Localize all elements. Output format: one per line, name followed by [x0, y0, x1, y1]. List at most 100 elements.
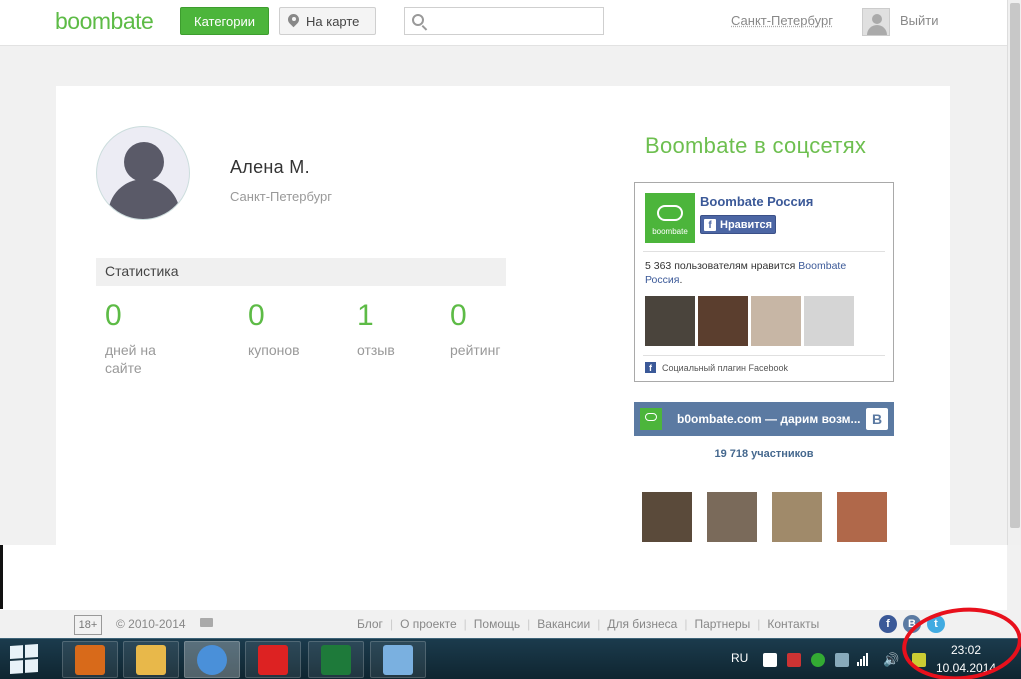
- page-logo-text: boombate: [652, 227, 688, 236]
- search-input[interactable]: [405, 8, 603, 34]
- vk-icon: B: [866, 408, 888, 430]
- stat-label: рейтинг: [450, 342, 501, 358]
- fan-photo[interactable]: [804, 296, 854, 346]
- facebook-icon: f: [704, 218, 716, 231]
- excel-icon: [321, 644, 351, 675]
- boombate-logo[interactable]: boombate: [55, 8, 154, 35]
- volume-icon[interactable]: 🔊: [883, 653, 899, 667]
- system-clock[interactable]: 23:02 10.04.2014: [936, 641, 996, 677]
- boombate-logo-icon: [640, 408, 662, 430]
- stat-rating: 0 рейтинг: [450, 299, 500, 359]
- map-button-label: На карте: [306, 13, 360, 29]
- footer-link-blog[interactable]: Блог: [357, 617, 383, 631]
- footer-links: Блог | О проекте | Помощь | Вакансии | Для б…: [357, 617, 820, 631]
- city-selector[interactable]: Санкт-Петербург: [731, 13, 833, 28]
- taskbar-chrome[interactable]: [184, 641, 240, 678]
- fan-photo[interactable]: [645, 296, 695, 346]
- logout-link[interactable]: Выйти: [900, 13, 939, 28]
- footer-link-contacts[interactable]: Контакты: [767, 617, 819, 631]
- facebook-plugin-footer: f Социальный плагин Facebook: [645, 362, 788, 373]
- likes-suffix: .: [679, 274, 683, 286]
- facebook-like-button[interactable]: f Нравится: [700, 215, 776, 234]
- categories-button[interactable]: Категории: [180, 7, 269, 35]
- vk-member-photo[interactable]: [837, 492, 887, 542]
- copyright: © 2010-2014: [116, 617, 186, 631]
- window-edge: [0, 545, 3, 609]
- footer-link-jobs[interactable]: Вакансии: [537, 617, 590, 631]
- windows-start-icon[interactable]: [10, 644, 38, 674]
- footer-link-help[interactable]: Помощь: [474, 617, 520, 631]
- flag-tray-icon[interactable]: [787, 653, 801, 667]
- age-rating-badge: 18+: [74, 615, 102, 635]
- vk-member-photo[interactable]: [772, 492, 822, 542]
- taskbar-file-explorer[interactable]: [123, 641, 179, 678]
- vk-member-photo[interactable]: [642, 492, 692, 542]
- signal-icon[interactable]: [857, 652, 868, 666]
- footer-link-partners[interactable]: Партнеры: [694, 617, 750, 631]
- facebook-widget: boombate Boombate Россия f Нравится 5 36…: [634, 182, 894, 382]
- taskbar-media-player[interactable]: [62, 641, 118, 678]
- blank-area: [0, 545, 1007, 610]
- fan-photo[interactable]: [698, 296, 748, 346]
- notification-tray-icon[interactable]: [912, 653, 926, 667]
- torrent-tray-icon[interactable]: [811, 653, 825, 667]
- stat-value: 0: [105, 299, 122, 332]
- stats-heading: Статистика: [96, 258, 506, 286]
- likes-count: 5 363 пользователям нравится: [645, 260, 796, 272]
- mail-icon[interactable]: [200, 618, 213, 627]
- map-pin-icon: [288, 14, 299, 29]
- stat-value: 1: [357, 299, 374, 332]
- vk-widget-header[interactable]: b0ombate.com — дарим возм... B: [634, 402, 894, 436]
- vk-icon[interactable]: B: [903, 615, 921, 633]
- facebook-page-name[interactable]: Boombate Россия: [700, 194, 813, 209]
- stat-label: отзыв: [357, 342, 395, 358]
- network-tray-icon[interactable]: [835, 653, 849, 667]
- profile-city: Санкт-Петербург: [230, 189, 332, 204]
- taskbar-excel[interactable]: [308, 641, 364, 678]
- footer-link-about[interactable]: О проекте: [400, 617, 457, 631]
- stat-label: купонов: [248, 342, 300, 358]
- chrome-icon: [197, 644, 227, 675]
- map-button[interactable]: На карте: [279, 7, 376, 35]
- facebook-icon[interactable]: f: [879, 615, 897, 633]
- stat-value: 0: [248, 299, 265, 332]
- search-box[interactable]: [404, 7, 604, 35]
- user-avatar-icon[interactable]: [862, 8, 890, 36]
- paint-icon: [383, 644, 413, 675]
- facebook-icon: f: [645, 362, 656, 373]
- social-title: Boombate в соцсетях: [645, 133, 867, 158]
- clock-date: 10.04.2014: [936, 661, 997, 675]
- facebook-likes-text: 5 363 пользователям нравится Boombate Ро…: [645, 259, 885, 287]
- plugin-label: Социальный плагин Facebook: [662, 362, 789, 373]
- divider: [643, 251, 885, 252]
- twitter-icon[interactable]: t: [927, 615, 945, 633]
- footer-link-business[interactable]: Для бизнеса: [607, 617, 677, 631]
- vk-members-count[interactable]: 19 718 участников: [634, 448, 894, 460]
- site-footer: 18+ © 2010-2014 Блог | О проекте | Помощь |…: [0, 610, 1021, 638]
- yandex-icon: [258, 644, 288, 675]
- page-scrollbar[interactable]: [1007, 0, 1021, 545]
- profile-avatar: [96, 126, 190, 220]
- profile-card: Алена М. Санкт-Петербург Статистика 0 дн…: [56, 86, 950, 545]
- boombate-page-logo[interactable]: boombate: [645, 193, 695, 243]
- search-icon: [412, 14, 424, 26]
- language-indicator[interactable]: RU: [731, 651, 748, 665]
- top-header: boombate Категории На карте Санкт-Петерб…: [0, 0, 1007, 46]
- clock-time: 23:02: [950, 643, 982, 657]
- windows-taskbar: RU 🔊 23:02 10.04.2014: [0, 638, 1021, 679]
- folder-icon: [136, 644, 166, 675]
- taskbar-yandex[interactable]: [245, 641, 301, 678]
- vk-member-photo[interactable]: [707, 492, 757, 542]
- stat-coupons: 0 купонов: [248, 299, 300, 359]
- media-player-icon: [75, 644, 105, 675]
- profile-name: Алена М.: [230, 157, 310, 177]
- taskbar-paint[interactable]: [370, 641, 426, 678]
- vk-tray-icon[interactable]: [763, 653, 777, 667]
- stat-label: дней на сайте: [105, 342, 156, 376]
- scrollbar-thumb[interactable]: [1010, 3, 1020, 528]
- vk-group-name[interactable]: b0ombate.com — дарим возм...: [677, 412, 861, 426]
- stat-value: 0: [450, 299, 467, 332]
- fan-photo[interactable]: [751, 296, 801, 346]
- like-label: Нравится: [720, 218, 773, 231]
- stat-days: 0 дней на сайте: [105, 299, 185, 377]
